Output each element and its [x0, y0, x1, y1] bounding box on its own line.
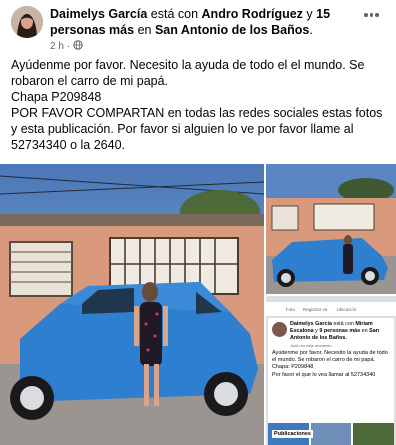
- mini-time: Justo en este momento: [290, 343, 332, 348]
- mini-screenshot: Foto Registrar ve. Ubicación Daimelys Ga…: [266, 296, 396, 445]
- mini-thumb: [353, 423, 395, 445]
- mini-body-line: Por favor el que lo vea llamar al 527343…: [272, 371, 376, 378]
- with-text: está con: [150, 7, 199, 21]
- post-text-line: POR FAVOR COMPARTAN en todas las redes s…: [11, 106, 383, 152]
- mini-and: y: [315, 327, 318, 334]
- mini-tabs: Foto Registrar ve. Ubicación: [266, 302, 396, 316]
- photo-car-side[interactable]: [266, 164, 396, 294]
- mini-body-line: Ayúdenme por favor. Necesito la ayuda de…: [272, 350, 388, 364]
- author-line: Daimelys García está con Andro Rodríguez…: [50, 6, 350, 38]
- mini-with: está con: [333, 321, 354, 327]
- location-suffix: .: [309, 23, 313, 37]
- mini-body: Ayúdenme por favor. Necesito la ayuda de…: [272, 350, 392, 379]
- post-time[interactable]: 2 h: [50, 41, 64, 52]
- mini-tab-location: Ubicación: [336, 306, 357, 312]
- mini-author-name: Daimelys García: [290, 321, 332, 327]
- author-avatar[interactable]: [11, 6, 43, 38]
- in-text: en: [137, 23, 152, 37]
- post-meta: 2 h ·: [50, 40, 83, 53]
- photo-post-screenshot[interactable]: Foto Registrar ve. Ubicación Daimelys Ga…: [266, 296, 396, 445]
- mini-publications: Publicaciones: [272, 430, 313, 438]
- location-link[interactable]: San Antonio de los Baños: [155, 23, 309, 37]
- post-text-line: Ayúdenme por favor. Necesito la ayuda de…: [11, 58, 365, 88]
- and-text: y: [306, 7, 313, 21]
- mini-tab-photo: Foto: [286, 306, 296, 312]
- mini-in: en: [361, 327, 368, 334]
- mini-thumb: [310, 423, 352, 445]
- more-dot-icon: [364, 13, 368, 17]
- tagged-person[interactable]: Andro Rodríguez: [202, 7, 303, 21]
- mini-author-line: Daimelys García está con Miriam Escalona…: [290, 321, 390, 341]
- author-name[interactable]: Daimelys García: [50, 7, 147, 21]
- mini-others: 9 personas más: [319, 327, 361, 334]
- mini-tab-register: Registrar ve.: [303, 306, 329, 312]
- post-text-line: Chapa P209848: [11, 90, 102, 104]
- mini-avatar: [272, 322, 287, 337]
- meta-separator: ·: [66, 41, 71, 52]
- globe-icon: [73, 40, 83, 53]
- more-options-button[interactable]: [364, 10, 382, 20]
- post-header: Daimelys García está con Andro Rodríguez…: [0, 0, 396, 56]
- more-dot-icon: [375, 13, 379, 17]
- mini-body-line: Chapa: P209848: [272, 364, 314, 371]
- photo-car-main[interactable]: [0, 164, 264, 445]
- mini-post-card: Daimelys García está con Miriam Escalona…: [268, 318, 395, 445]
- more-dot-icon: [369, 13, 373, 17]
- post-text: Ayúdenme por favor. Necesito la ayuda de…: [11, 57, 389, 153]
